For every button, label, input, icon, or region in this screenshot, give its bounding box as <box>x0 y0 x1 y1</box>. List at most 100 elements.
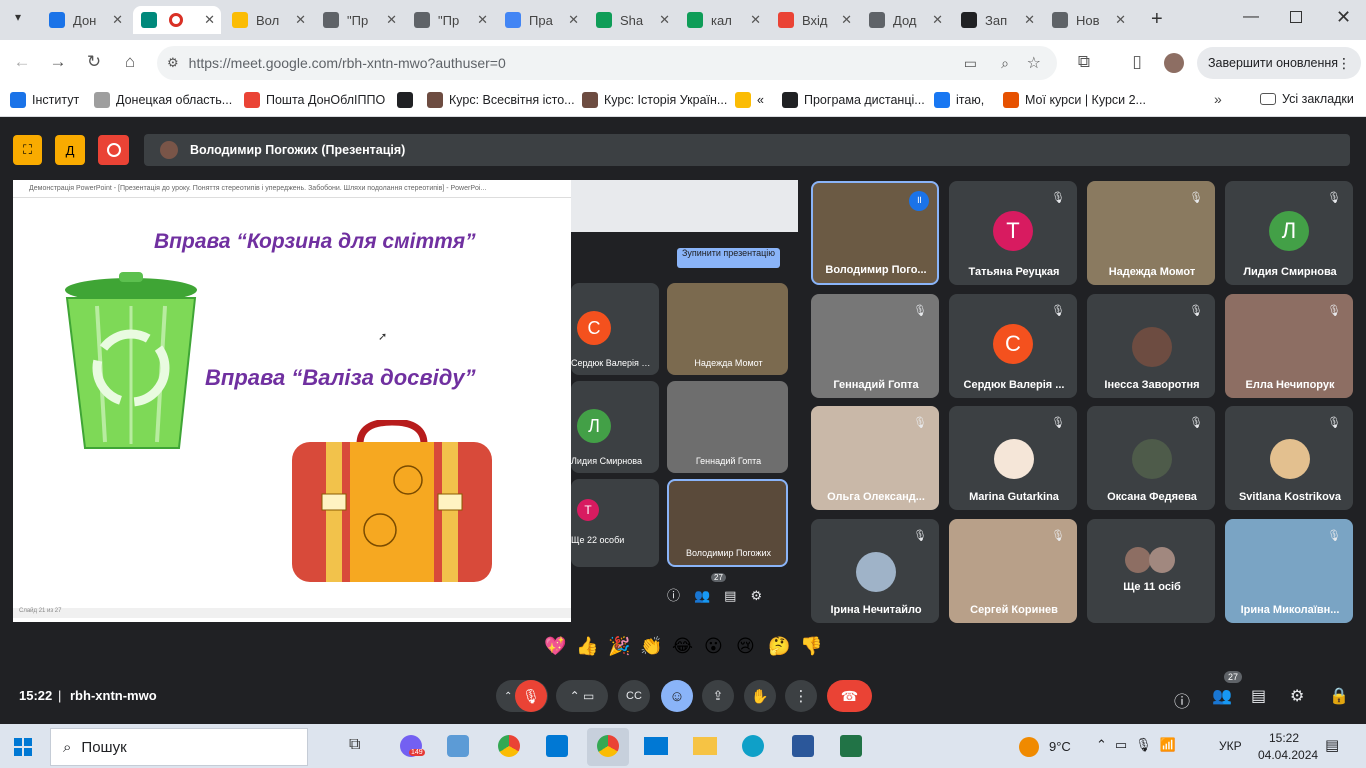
reaction-emoji[interactable]: 💖 <box>544 636 566 657</box>
record-button[interactable] <box>98 135 129 165</box>
reaction-emoji[interactable]: 🤔 <box>768 636 790 657</box>
participant-tile[interactable]: ॥ Володимир Пого... <box>811 181 939 285</box>
browser-tab[interactable]: Вол ✕ <box>224 6 312 34</box>
leave-call-button[interactable]: ☎ <box>827 680 872 712</box>
reaction-emoji[interactable]: 👍 <box>576 636 598 657</box>
reaction-emoji[interactable]: 😮 <box>704 636 723 657</box>
participant-tile[interactable]: С 🎙 Сердюк Валерія ... <box>949 294 1077 398</box>
reaction-emoji[interactable]: 😢 <box>736 636 755 657</box>
tab-close-icon[interactable]: ✕ <box>1024 12 1035 28</box>
bookmark-item[interactable]: Донецкая область... <box>94 92 232 108</box>
tab-close-icon[interactable]: ✕ <box>932 12 943 28</box>
camera-icon[interactable]: ▭ <box>964 55 977 72</box>
tab-close-icon[interactable]: ✕ <box>295 12 306 28</box>
activities-icon[interactable]: ⚙ <box>1290 686 1304 706</box>
participant-tile[interactable]: 🎙 Надежда Момот <box>1087 181 1215 285</box>
forward-button[interactable]: → <box>46 50 70 74</box>
minimize-button[interactable]: — <box>1243 8 1259 26</box>
participant-tile[interactable]: 🎙 Сергей Коринев <box>949 519 1077 623</box>
reaction-emoji[interactable]: 👏 <box>640 636 662 657</box>
kebab-menu-icon[interactable]: ⋮ <box>1337 55 1351 72</box>
tab-close-icon[interactable]: ✕ <box>568 12 579 28</box>
layout-button[interactable]: Д <box>55 135 85 165</box>
more-options-button[interactable]: ⋮ <box>785 680 817 712</box>
explorer-icon[interactable] <box>693 737 717 755</box>
reactions-button[interactable]: ☺ <box>661 680 693 712</box>
chat-icon[interactable]: ▤ <box>1251 686 1266 706</box>
reaction-emoji[interactable]: 👎 <box>800 636 822 657</box>
participant-tile[interactable]: 🎙 Елла Нечипорук <box>1225 294 1353 398</box>
raise-hand-button[interactable]: ✋ <box>744 680 776 712</box>
mail-icon[interactable] <box>644 737 668 755</box>
tab-close-icon[interactable]: ✕ <box>659 12 670 28</box>
tab-close-icon[interactable]: ✕ <box>477 12 488 28</box>
bookmark-item[interactable]: ітаю, <box>934 92 984 108</box>
bookmark-item[interactable]: Курс: Всесвітня істо... <box>427 92 575 108</box>
hide-self-button[interactable]: ⛶ <box>13 135 42 165</box>
store-icon[interactable] <box>546 735 568 757</box>
home-button[interactable]: ⌂ <box>118 50 142 74</box>
tab-close-icon[interactable]: ✕ <box>386 12 397 28</box>
browser-tab[interactable]: Пра ✕ <box>497 6 585 34</box>
browser-tab[interactable]: ✕ <box>133 6 221 34</box>
participant-tile[interactable]: Ще 11 осіб <box>1087 519 1215 623</box>
browser-tab[interactable]: Дод ✕ <box>861 6 949 34</box>
host-controls-icon[interactable]: 🔒 <box>1329 686 1349 706</box>
browser-tab[interactable]: Дон ✕ <box>41 6 129 34</box>
notifications-icon[interactable]: ▤ <box>1325 736 1339 754</box>
camera-button[interactable]: ⌃ ▭ <box>556 680 608 712</box>
people-icon[interactable]: 👥 <box>1212 686 1232 706</box>
update-button[interactable]: Завершити оновлення ⋮ <box>1197 47 1361 79</box>
participant-tile[interactable]: 🎙 Marina Gutarkina <box>949 406 1077 510</box>
tab-close-icon[interactable]: ✕ <box>1115 12 1126 28</box>
word-icon[interactable] <box>792 735 814 757</box>
close-window-button[interactable]: ✕ <box>1336 7 1351 28</box>
participant-tile[interactable]: 🎙 Svitlana Kostrikova <box>1225 406 1353 510</box>
back-button[interactable]: ← <box>10 50 34 74</box>
language-indicator[interactable]: УКР <box>1219 739 1242 753</box>
browser-tab[interactable]: Нов ✕ <box>1044 6 1132 34</box>
bookmark-item[interactable]: Інститут <box>10 92 79 108</box>
bookmark-item[interactable]: « <box>735 92 764 108</box>
tab-close-icon[interactable]: ✕ <box>841 12 852 28</box>
browser-tab[interactable]: кал ✕ <box>679 6 767 34</box>
bookmark-item[interactable]: Курс: Історія Україн... <box>582 92 727 108</box>
taskbar-search[interactable]: ⌕ Пошук <box>50 728 308 766</box>
browser-tab[interactable]: "Пр ✕ <box>315 6 403 34</box>
participant-tile[interactable]: Л 🎙 Лидия Смирнова <box>1225 181 1353 285</box>
participant-tile[interactable]: Т 🎙 Татьяна Реуцкая <box>949 181 1077 285</box>
all-bookmarks[interactable]: Усі закладки <box>1260 92 1354 106</box>
site-info-icon[interactable]: ⚙ <box>167 55 179 71</box>
new-tab-button[interactable]: + <box>1151 8 1163 31</box>
tab-close-icon[interactable]: ✕ <box>204 12 215 28</box>
browser-tab[interactable]: Вхід ✕ <box>770 6 858 34</box>
browser-tab[interactable]: Sha ✕ <box>588 6 676 34</box>
bookmark-item[interactable]: Пошта ДонОблІППО <box>244 92 385 108</box>
tab-close-icon[interactable]: ✕ <box>112 12 123 28</box>
reload-button[interactable]: ↻ <box>82 50 106 74</box>
sidepanel-icon[interactable]: ▯ <box>1125 50 1149 74</box>
chrome-icon[interactable] <box>498 735 520 757</box>
participant-tile[interactable]: 🎙 Ірина Миколаївн... <box>1225 519 1353 623</box>
bookmark-item[interactable]: Програма дистанці... <box>782 92 925 108</box>
excel-icon[interactable] <box>840 735 862 757</box>
participant-tile[interactable]: 🎙 Ірина Нечитайло <box>811 519 939 623</box>
windows-start-icon[interactable] <box>14 738 32 756</box>
tray-icons[interactable]: ⌃▭🎙📶 <box>1096 737 1184 753</box>
address-bar[interactable]: ⚙ https://meet.google.com/rbh-xntn-mwo?a… <box>157 46 1057 80</box>
captions-button[interactable]: CC <box>618 680 650 712</box>
participant-tile[interactable]: 🎙 Інесса Заворотня <box>1087 294 1215 398</box>
extensions-icon[interactable]: ⧉ <box>1072 50 1096 74</box>
browser-tab[interactable]: "Пр ✕ <box>406 6 494 34</box>
bookmark-item[interactable]: Мої курси | Курси 2... <box>1003 92 1146 108</box>
app-icon[interactable] <box>447 735 469 757</box>
task-view-icon[interactable]: ⧉ <box>349 736 360 754</box>
stop-presentation-button[interactable]: Зупинити презентацію <box>677 248 780 268</box>
profile-avatar[interactable] <box>1164 53 1184 73</box>
participant-tile[interactable]: 🎙 Геннадий Гопта <box>811 294 939 398</box>
mic-off-button[interactable]: 🎙 <box>515 680 547 712</box>
info-icon[interactable]: ⓘ <box>1174 688 1190 712</box>
bookmarks-overflow-icon[interactable]: » <box>1214 91 1222 107</box>
zoom-icon[interactable]: ⌕ <box>1001 55 1009 72</box>
present-button[interactable]: ⇪ <box>702 680 734 712</box>
